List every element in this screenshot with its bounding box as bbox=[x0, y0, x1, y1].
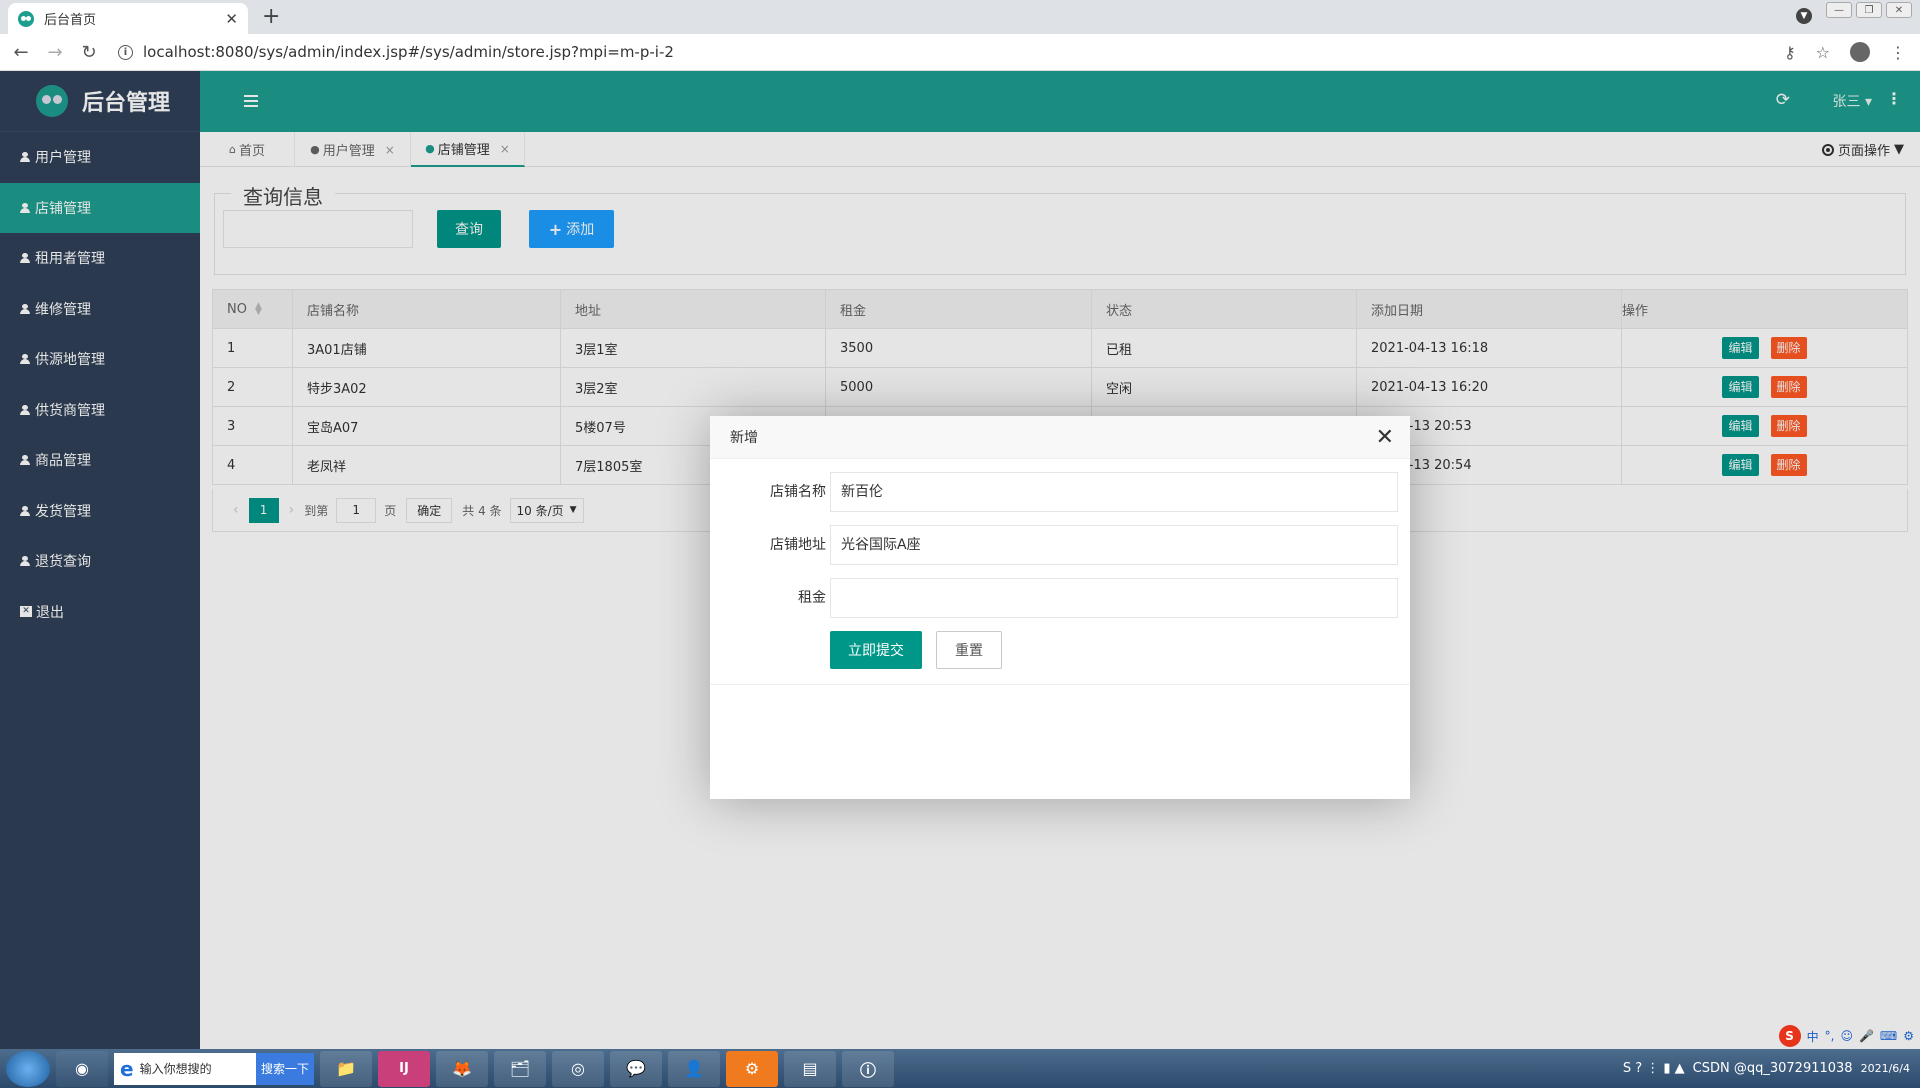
taskbar-search-placeholder: 输入你想搜的 bbox=[139, 1062, 212, 1076]
tray-date[interactable]: 2021/6/4 bbox=[1861, 1062, 1910, 1075]
window-controls: — ❐ ✕ bbox=[1826, 2, 1912, 18]
wechat-icon[interactable]: 💬 bbox=[610, 1050, 662, 1087]
key-icon[interactable]: ⚷ bbox=[1784, 43, 1796, 62]
store-address-input[interactable]: 光谷国际A座 bbox=[830, 525, 1398, 565]
close-tab-icon[interactable]: ✕ bbox=[225, 10, 238, 28]
form-row-store-name: 店铺名称 新百伦 bbox=[710, 472, 1410, 512]
bookmark-star-icon[interactable]: ☆ bbox=[1816, 43, 1830, 62]
dialog-title: 新增 bbox=[710, 416, 1410, 459]
url-field[interactable]: localhost:8080/sys/admin/index.jsp#/sys/… bbox=[143, 43, 674, 61]
tab-search-icon[interactable]: ▼ bbox=[1796, 8, 1812, 24]
submit-button[interactable]: 立即提交 bbox=[830, 631, 922, 669]
divider bbox=[710, 684, 1410, 685]
ime-emoji-icon[interactable]: ☺ bbox=[1840, 1029, 1853, 1043]
taskbar-search[interactable]: e 输入你想搜的 搜索一下 bbox=[114, 1052, 314, 1085]
restore-icon[interactable]: ❐ bbox=[1856, 2, 1882, 18]
folder-icon[interactable]: 📁 bbox=[320, 1050, 372, 1087]
ime-punctuation-icon[interactable]: °, bbox=[1825, 1029, 1835, 1043]
reload-icon[interactable]: ↻ bbox=[76, 42, 102, 63]
browser-tab[interactable]: 后台首页 ✕ bbox=[8, 3, 248, 34]
site-favicon-icon bbox=[18, 10, 34, 27]
new-tab-icon[interactable]: + bbox=[262, 4, 280, 29]
rent-input[interactable] bbox=[830, 578, 1398, 618]
info-app-icon[interactable]: ⓘ bbox=[842, 1050, 894, 1087]
taskbar-search-button[interactable]: 搜索一下 bbox=[256, 1052, 314, 1085]
app-terminal-icon[interactable]: ▤ bbox=[784, 1050, 836, 1087]
add-store-dialog: 新增 ✕ 店铺名称 新百伦 店铺地址 光谷国际A座 租金 立即提交 重置 bbox=[710, 416, 1410, 799]
ime-keyboard-icon[interactable]: ⌨ bbox=[1880, 1029, 1897, 1043]
chrome-icon[interactable]: ◎ bbox=[552, 1050, 604, 1087]
forward-icon[interactable]: → bbox=[42, 42, 68, 63]
close-icon[interactable]: ✕ bbox=[1376, 425, 1394, 450]
tray-icons[interactable]: S ? ⋮ ▮ ▲ bbox=[1623, 1061, 1685, 1076]
browser-menu-icon[interactable]: ⋮ bbox=[1890, 43, 1906, 62]
app-icon[interactable]: ◉ bbox=[56, 1050, 108, 1087]
form-row-rent: 租金 bbox=[710, 578, 1410, 618]
address-bar: ← → ↻ i localhost:8080/sys/admin/index.j… bbox=[0, 34, 1920, 71]
rent-label: 租金 bbox=[798, 590, 826, 606]
ime-mic-icon[interactable]: 🎤 bbox=[1859, 1029, 1874, 1043]
firefox-icon[interactable]: 🦊 bbox=[436, 1050, 488, 1087]
minimize-icon[interactable]: — bbox=[1826, 2, 1852, 18]
ime-settings-icon[interactable]: ⚙ bbox=[1903, 1029, 1914, 1043]
store-name-label: 店铺名称 bbox=[770, 484, 826, 500]
ie-icon: e bbox=[120, 1056, 134, 1081]
browser-tabbar: 后台首页 ✕ + ▼ — ❐ ✕ bbox=[0, 0, 1920, 34]
form-row-store-address: 店铺地址 光谷国际A座 bbox=[710, 525, 1410, 565]
start-button[interactable] bbox=[6, 1050, 50, 1087]
reset-button[interactable]: 重置 bbox=[936, 631, 1002, 669]
app-avatar-icon[interactable]: 👤 bbox=[668, 1050, 720, 1087]
profile-icon[interactable] bbox=[1850, 42, 1870, 62]
back-icon[interactable]: ← bbox=[8, 42, 34, 63]
sogou-ime-icon[interactable]: S bbox=[1778, 1025, 1801, 1047]
ime-chinese-icon[interactable]: 中 bbox=[1807, 1028, 1819, 1045]
explorer-icon[interactable]: 🗂 bbox=[494, 1050, 546, 1087]
intellij-icon[interactable]: IJ bbox=[378, 1050, 430, 1087]
store-address-label: 店铺地址 bbox=[770, 537, 826, 553]
browser-tab-title: 后台首页 bbox=[44, 13, 97, 28]
ime-toolbar: S 中 °, ☺ 🎤 ⌨ ⚙ bbox=[1773, 1024, 1920, 1048]
store-name-input[interactable]: 新百伦 bbox=[830, 472, 1398, 512]
os-taskbar: ◉ e 输入你想搜的 搜索一下 📁 IJ 🦊 🗂 ◎ 💬 👤 ⚙ ▤ ⓘ S ?… bbox=[0, 1049, 1920, 1088]
site-info-icon[interactable]: i bbox=[118, 44, 133, 60]
close-window-icon[interactable]: ✕ bbox=[1886, 2, 1912, 18]
app-orange-icon[interactable]: ⚙ bbox=[726, 1050, 778, 1087]
system-tray: S ? ⋮ ▮ ▲ CSDN @qq_3072911038 2021/6/4 bbox=[1623, 1061, 1910, 1076]
watermark-text: CSDN @qq_3072911038 bbox=[1692, 1061, 1853, 1076]
